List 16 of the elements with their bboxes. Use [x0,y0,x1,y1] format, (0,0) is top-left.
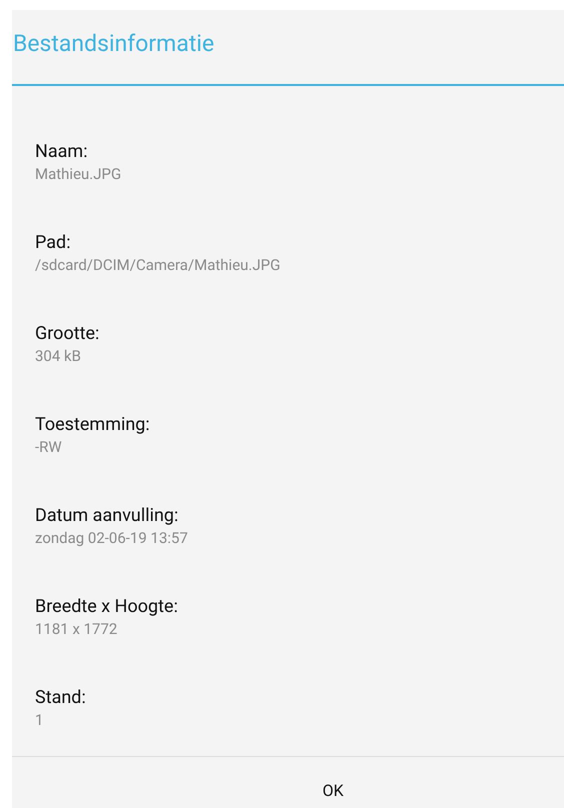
field-value: /sdcard/DCIM/Camera/Mathieu.JPG [35,255,280,275]
field-value: zondag 02-06-19 13:57 [35,528,188,548]
field-value: -RW [35,437,62,457]
field-label: Breedte x Hoogte: [35,595,178,619]
dialog-title: Bestandsinformatie [13,30,214,57]
field-value: 304 kB [35,346,81,366]
ok-button[interactable]: OK [12,757,564,808]
field-value: 1 [35,710,44,730]
field-label: Toestemming: [35,413,150,437]
field-label: Naam: [35,140,88,164]
field-label: Pad: [35,231,71,255]
field-label: Grootte: [35,322,100,346]
field-value: Mathieu.JPG [35,164,122,184]
field-label: Datum aanvulling: [35,504,178,528]
field-label: Stand: [35,686,86,710]
field-value: 1181 x 1772 [35,619,118,639]
